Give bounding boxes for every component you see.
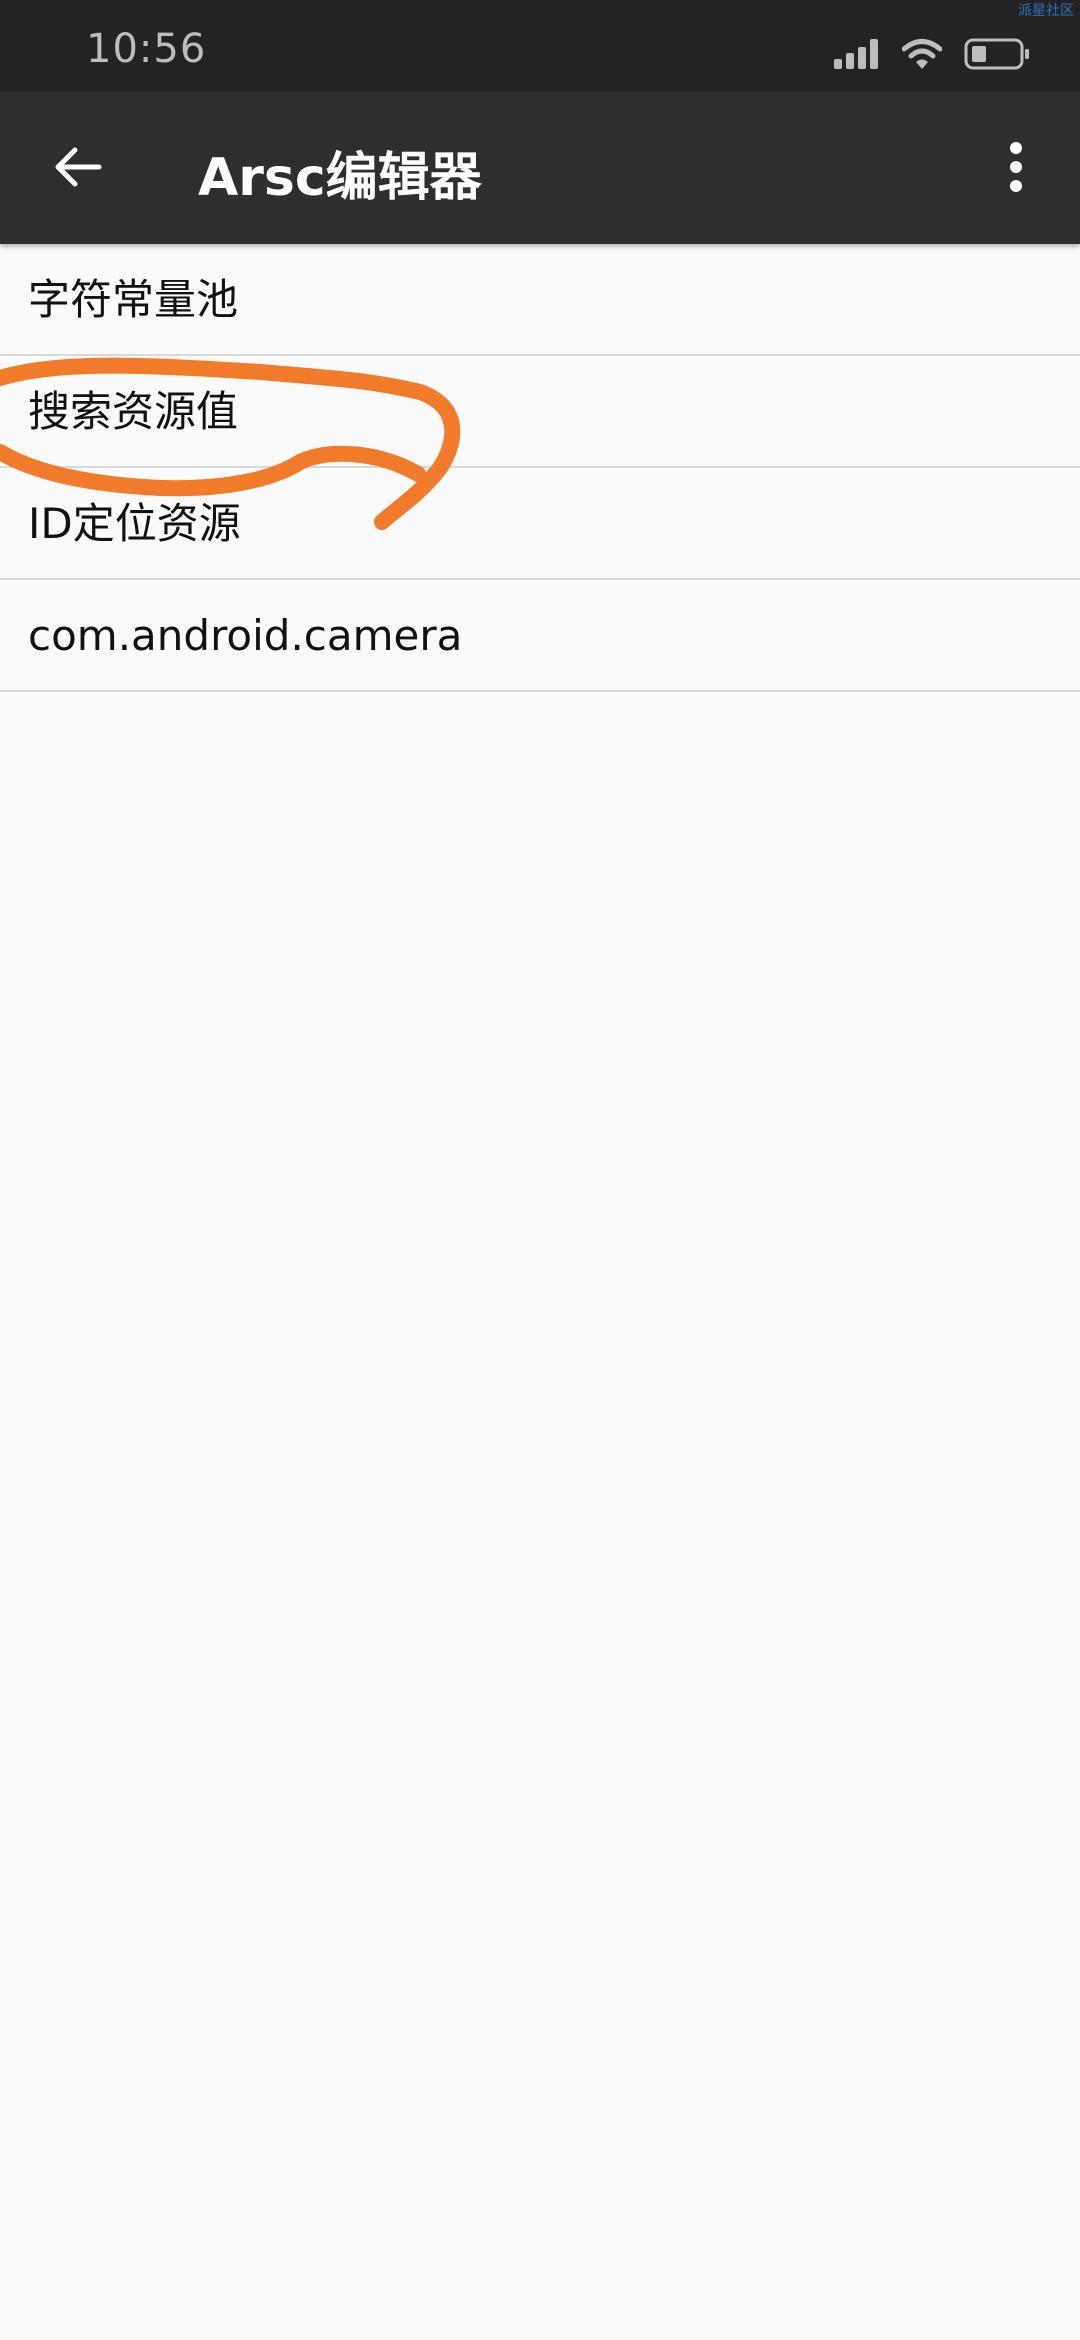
menu-list: 字符常量池 搜索资源值 ID定位资源 com.android.camera — [0, 244, 1080, 692]
list-item-label: ID定位资源 — [28, 499, 241, 548]
list-item-label: 字符常量池 — [28, 275, 239, 324]
watermark-text: 派星社区 — [1018, 3, 1074, 19]
arrow-back-icon — [53, 142, 103, 196]
status-icons — [834, 36, 1030, 76]
list-item-label: com.android.camera — [28, 611, 463, 660]
back-button[interactable] — [40, 131, 116, 207]
screen: 10:56 派星社区 Arsc编辑器 字符常量池 搜索资源值 ID定位资源 co… — [0, 0, 1080, 2340]
list-item-id-locate-resource[interactable]: ID定位资源 — [0, 468, 1080, 580]
more-options-button[interactable] — [978, 131, 1054, 207]
list-item-string-pool[interactable]: 字符常量池 — [0, 244, 1080, 356]
more-vert-icon — [1008, 142, 1024, 196]
list-item-label: 搜索资源值 — [28, 387, 239, 436]
signal-icon — [834, 39, 880, 73]
status-time: 10:56 — [86, 26, 207, 72]
battery-icon — [964, 38, 1030, 74]
app-bar: Arsc编辑器 — [0, 91, 1080, 244]
page-title: Arsc编辑器 — [198, 148, 482, 208]
status-bar: 10:56 派星社区 — [0, 0, 1080, 91]
list-item-package[interactable]: com.android.camera — [0, 580, 1080, 692]
list-item-search-resource-value[interactable]: 搜索资源值 — [0, 356, 1080, 468]
wifi-icon — [901, 38, 943, 74]
